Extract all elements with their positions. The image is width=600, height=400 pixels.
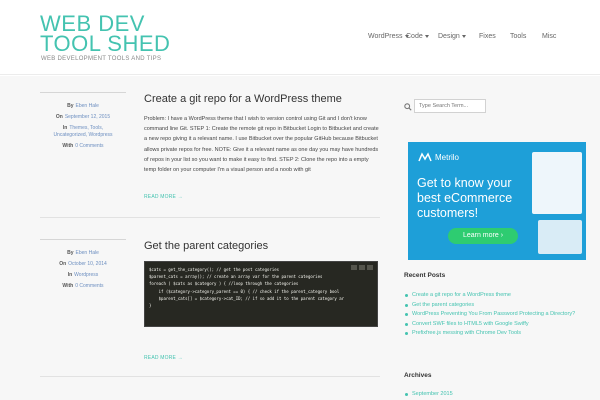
read-more-link[interactable]: READ MORE → bbox=[144, 355, 183, 361]
post-meta: By Eben Hale On September 12, 2015 In Theme… bbox=[40, 92, 126, 152]
site-tagline: WEB DEVELOPMENT TOOLS AND TIPS bbox=[41, 56, 162, 62]
nav-item-fixes[interactable]: Fixes bbox=[479, 33, 496, 40]
copy-icon[interactable] bbox=[359, 265, 365, 270]
code-toolbar bbox=[351, 265, 373, 270]
post-comments: With 0 Comments bbox=[46, 281, 120, 292]
comments-link[interactable]: 0 Comments bbox=[75, 283, 103, 289]
chevron-down-icon bbox=[424, 34, 429, 38]
site-header: WEB DEV TOOL SHED WEB DEVELOPMENT TOOLS … bbox=[0, 0, 600, 75]
categories-label: In bbox=[67, 272, 73, 278]
code-line: if ($category->category_parent == 0) { /… bbox=[149, 288, 340, 294]
search-icon bbox=[404, 103, 412, 111]
archive-link[interactable]: September 2015 bbox=[404, 390, 594, 400]
ad-banner[interactable]: Metrilo Get to know your best eCommerce … bbox=[408, 142, 586, 260]
recent-post-link[interactable]: Convert SWF files to HTML5 with Google S… bbox=[404, 320, 594, 330]
post-title[interactable]: Create a git repo for a WordPress theme bbox=[144, 93, 342, 105]
post-title[interactable]: Get the parent categories bbox=[144, 240, 268, 252]
author-link[interactable]: Eben Hale bbox=[76, 103, 99, 109]
archives-title: Archives bbox=[404, 372, 432, 379]
comments-label: With bbox=[62, 283, 74, 289]
date-label: On bbox=[59, 261, 67, 267]
ad-brand: Metrilo bbox=[435, 152, 460, 162]
nav-item-design[interactable]: Design bbox=[438, 33, 466, 40]
ad-dashboard-image bbox=[532, 152, 582, 214]
date-label: On bbox=[55, 114, 63, 120]
author-label: By bbox=[67, 103, 74, 109]
author-link[interactable]: Eben Hale bbox=[76, 250, 99, 256]
post-date: On September 12, 2015 bbox=[46, 112, 120, 123]
nav-item-wordpress[interactable]: WordPress bbox=[368, 33, 409, 40]
post-date: On October 10, 2014 bbox=[46, 259, 120, 270]
post-comments: With 0 Comments bbox=[46, 141, 120, 152]
ad-learn-more-button[interactable]: Learn more › bbox=[448, 228, 518, 244]
code-line: } bbox=[149, 303, 152, 309]
categories-links[interactable]: Wordpress bbox=[74, 272, 98, 278]
view-source-icon[interactable] bbox=[351, 265, 357, 270]
nav-item-misc[interactable]: Misc bbox=[542, 33, 556, 40]
read-more-link[interactable]: READ MORE → bbox=[144, 194, 183, 200]
comments-label: With bbox=[62, 143, 74, 149]
ad-logo: Metrilo bbox=[418, 152, 459, 162]
recent-post-link[interactable]: Get the parent categories bbox=[404, 301, 594, 311]
post-author: By Eben Hale bbox=[46, 248, 120, 259]
date-link[interactable]: October 10, 2014 bbox=[68, 261, 107, 267]
nav-item-code[interactable]: Code bbox=[406, 33, 429, 40]
main-content: By Eben Hale On September 12, 2015 In Theme… bbox=[0, 76, 600, 400]
code-snippet: $cats = get_the_category(); // get the p… bbox=[144, 261, 378, 327]
site-title[interactable]: WEB DEV TOOL SHED bbox=[40, 13, 190, 55]
date-link[interactable]: September 12, 2015 bbox=[65, 114, 110, 120]
recent-post-link[interactable]: Create a git repo for a WordPress theme bbox=[404, 291, 594, 301]
recent-post-link[interactable]: Prefixfree.js messing with Chrome Dev To… bbox=[404, 329, 594, 339]
nav-label: Design bbox=[438, 33, 460, 40]
post-divider bbox=[40, 217, 380, 218]
code-line: $parent_cats = array(); // create an arr… bbox=[149, 274, 323, 280]
recent-posts-title: Recent Posts bbox=[404, 272, 446, 279]
recent-posts-list: Create a git repo for a WordPress theme … bbox=[404, 291, 594, 339]
nav-label: Code bbox=[406, 33, 423, 40]
author-label: By bbox=[67, 250, 74, 256]
chevron-down-icon bbox=[461, 34, 466, 38]
expand-icon[interactable] bbox=[367, 265, 373, 270]
post-divider bbox=[40, 376, 380, 377]
ad-headline: Get to know your best eCommerce customer… bbox=[417, 176, 513, 220]
post-excerpt: Problem: I have a WordPress theme that I… bbox=[144, 116, 379, 174]
post-categories: In Wordpress bbox=[46, 270, 120, 281]
code-line: foreach ( $cats as $category ) { //loop … bbox=[149, 281, 299, 287]
code-line: $cats = get_the_category(); // get the p… bbox=[149, 267, 280, 272]
post-author: By Eben Hale bbox=[46, 101, 120, 112]
ad-chart-image bbox=[538, 220, 582, 254]
archives-list: September 2015 bbox=[404, 390, 594, 400]
recent-post-link[interactable]: WordPress Preventing You From Password P… bbox=[404, 310, 594, 320]
nav-item-tools[interactable]: Tools bbox=[510, 33, 526, 40]
comments-link[interactable]: 0 Comments bbox=[75, 143, 103, 149]
categories-label: In bbox=[62, 125, 68, 131]
search-input[interactable] bbox=[414, 99, 486, 113]
metrilo-logo-icon bbox=[418, 152, 432, 162]
nav-label: WordPress bbox=[368, 33, 403, 40]
post-meta: By Eben Hale On October 10, 2014 In Wordpre… bbox=[40, 239, 126, 292]
code-line: $parent_cats[] = $category->cat_ID; // i… bbox=[149, 295, 345, 301]
post-categories: In Themes, Tools, Uncategorized, Wordpres… bbox=[46, 123, 120, 141]
